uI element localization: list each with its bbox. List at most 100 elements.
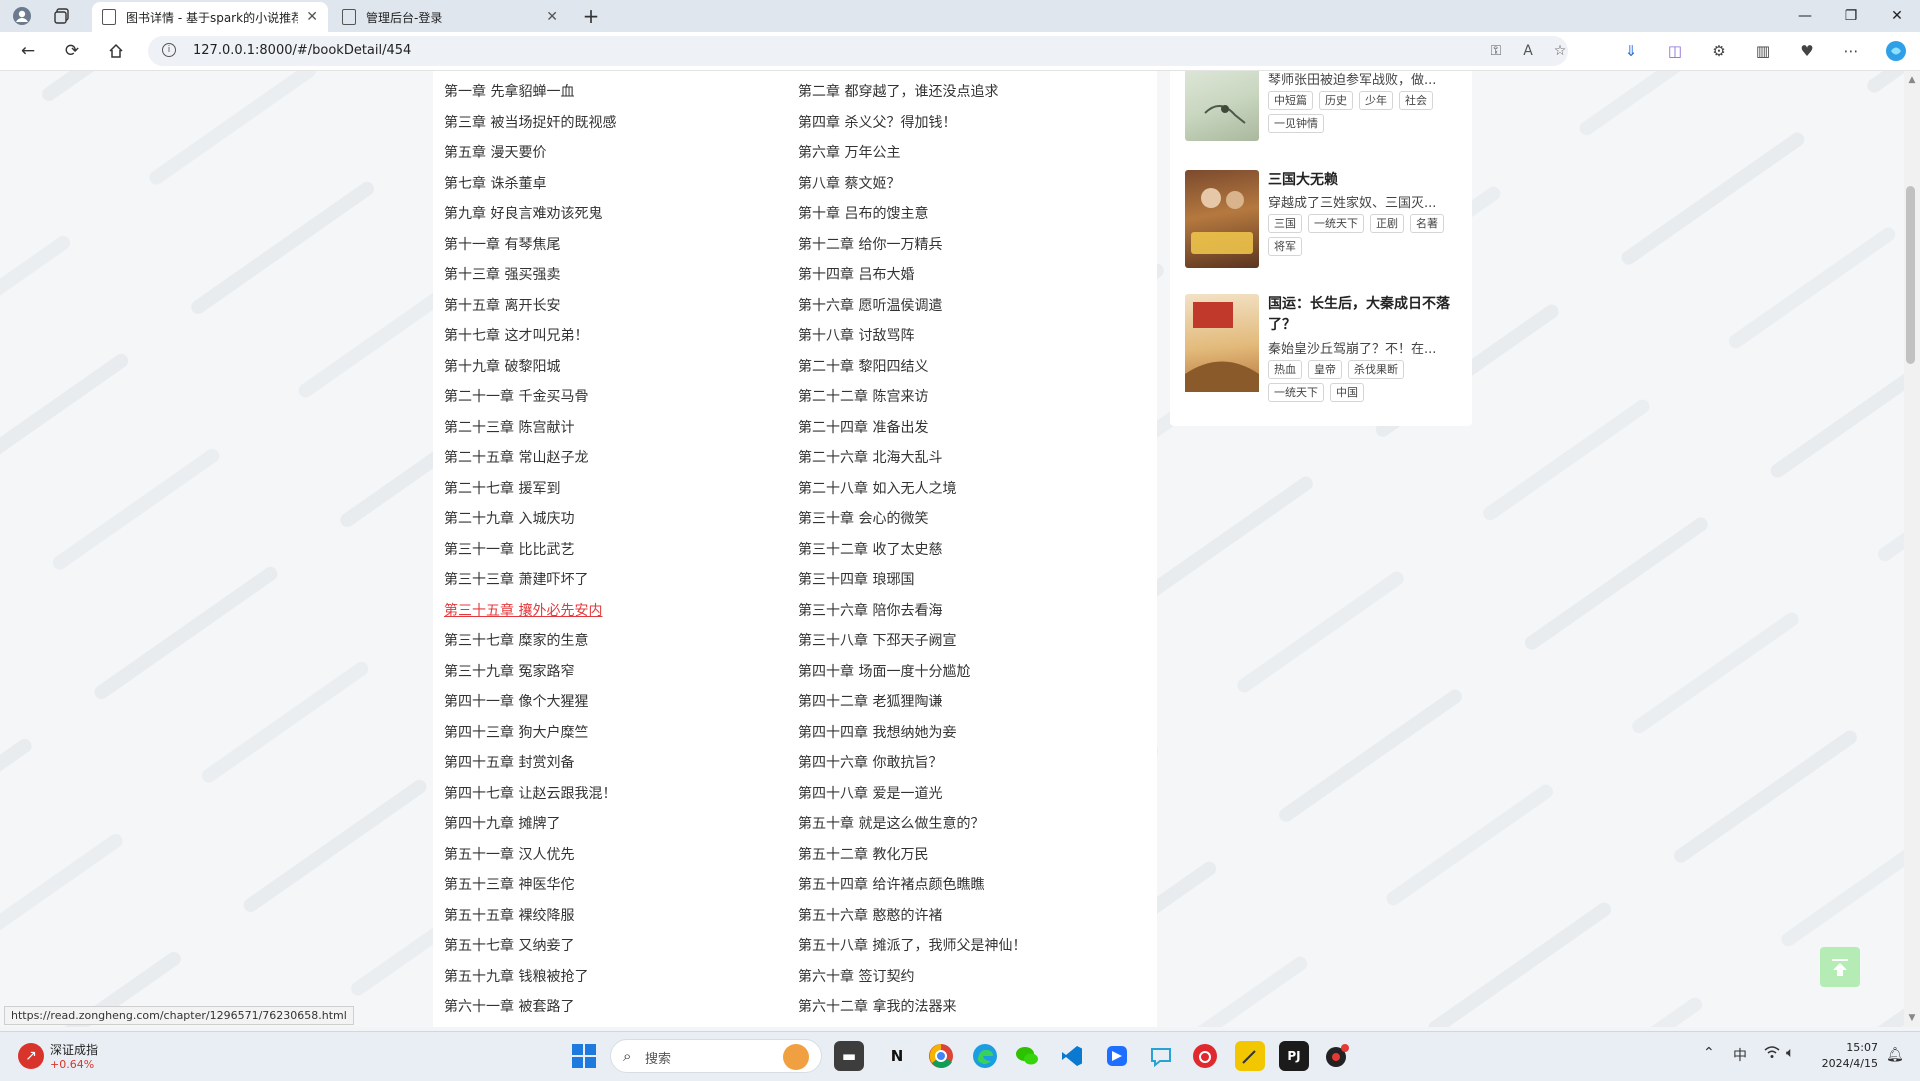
chapter-link[interactable]: 第六十一章 被套路了: [444, 996, 574, 1016]
chapter-link[interactable]: 第三十五章 攘外必先安内: [444, 600, 602, 620]
chapter-link[interactable]: 第二十九章 入城庆功: [444, 508, 574, 528]
info-icon[interactable]: i: [162, 43, 176, 57]
chapter-link[interactable]: 第十六章 愿听温侯调遣: [798, 295, 942, 315]
chapter-link[interactable]: 第一章 先拿貂蝉一血: [444, 81, 574, 101]
chapter-link[interactable]: 第十七章 这才叫兄弟！: [444, 325, 588, 345]
chapter-link[interactable]: 第六十二章 拿我的法器来: [798, 996, 956, 1016]
chapter-link[interactable]: 第十八章 讨敌骂阵: [798, 325, 914, 345]
chapter-link[interactable]: 第五十四章 给许褚点颜色瞧瞧: [798, 874, 984, 894]
tag[interactable]: 一见钟情: [1268, 114, 1324, 133]
chapter-link[interactable]: 第五十八章 摊派了，我师父是神仙！: [798, 935, 1026, 955]
chapter-link[interactable]: 第四十章 场面一度十分尴尬: [798, 661, 970, 681]
tab-book-detail[interactable]: 图书详情 - 基于spark的小说推荐 ✕: [92, 2, 328, 32]
tag[interactable]: 热血: [1268, 360, 1302, 379]
profile-icon[interactable]: [10, 4, 34, 28]
chapter-link[interactable]: 第四十五章 封赏刘备: [444, 752, 574, 772]
wechat-icon[interactable]: [1012, 1041, 1042, 1071]
chapter-link[interactable]: 第四十九章 摊牌了: [444, 813, 560, 833]
key-icon[interactable]: ⚿: [1486, 42, 1506, 60]
url-text[interactable]: 127.0.0.1:8000/#/bookDetail/454: [193, 43, 411, 58]
extensions-icon[interactable]: ⚙: [1708, 40, 1730, 62]
chapter-link[interactable]: 第十九章 破黎阳城: [444, 356, 560, 376]
chat-app-icon[interactable]: [1146, 1041, 1176, 1071]
chapter-link[interactable]: 第二十六章 北海大乱斗: [798, 447, 942, 467]
chapter-link[interactable]: 第四十七章 让赵云跟我混！: [444, 783, 616, 803]
book-title[interactable]: 三国大无赖: [1268, 170, 1458, 191]
close-icon[interactable]: ✕: [306, 9, 318, 25]
chapter-link[interactable]: 第五十九章 钱粮被抢了: [444, 966, 588, 986]
address-bar[interactable]: i 127.0.0.1:8000/#/bookDetail/454 ⚿ A ☆: [148, 36, 1568, 66]
tag[interactable]: 名著: [1410, 214, 1444, 233]
chapter-link[interactable]: 第九章 好良言难劝该死鬼: [444, 203, 602, 223]
collections-icon[interactable]: ♥: [1796, 40, 1818, 62]
chapter-link[interactable]: 第八章 蔡文姬？: [798, 173, 900, 193]
chapter-link[interactable]: 第三十二章 收了太史慈: [798, 539, 942, 559]
chapter-link[interactable]: 第四十三章 狗大户糜竺: [444, 722, 588, 742]
chapter-link[interactable]: 第四十八章 爱是一道光: [798, 783, 942, 803]
tag[interactable]: 中国: [1330, 383, 1364, 402]
book-cover[interactable]: [1185, 294, 1259, 392]
chapter-link[interactable]: 第四十一章 像个大猩猩: [444, 691, 588, 711]
stock-widget[interactable]: ↗ 深证成指 +0.64%: [18, 1039, 138, 1075]
reading-mode-icon[interactable]: ◫: [1664, 40, 1686, 62]
edge-icon[interactable]: [970, 1041, 1000, 1071]
chapter-link[interactable]: 第十五章 离开长安: [444, 295, 560, 315]
chapter-link[interactable]: 第三十一章 比比武艺: [444, 539, 574, 559]
scrollbar-thumb[interactable]: [1906, 186, 1915, 364]
chapter-link[interactable]: 第二十八章 如入无人之境: [798, 478, 956, 498]
chapter-link[interactable]: 第四十四章 我想纳她为妾: [798, 722, 956, 742]
chapter-link[interactable]: 第四十六章 你敢抗旨？: [798, 752, 942, 772]
tag[interactable]: 一统天下: [1268, 383, 1324, 402]
tag[interactable]: 一统天下: [1308, 214, 1364, 233]
sticky-notes-icon[interactable]: [1235, 1041, 1265, 1071]
chapter-link[interactable]: 第五十一章 汉人优先: [444, 844, 574, 864]
chapter-link[interactable]: 第三十七章 糜家的生意: [444, 630, 588, 650]
favorite-star-icon[interactable]: ☆: [1550, 42, 1570, 60]
chapter-link[interactable]: 第十四章 吕布大婚: [798, 264, 914, 284]
chapter-link[interactable]: 第十章 吕布的馊主意: [798, 203, 928, 223]
tag[interactable]: 正剧: [1370, 214, 1404, 233]
back-button[interactable]: ←: [15, 39, 41, 63]
chapter-link[interactable]: 第二十章 黎阳四结义: [798, 356, 928, 376]
chapter-link[interactable]: 第三章 被当场捉奸的既视感: [444, 112, 616, 132]
refresh-button[interactable]: ⟳: [59, 39, 85, 63]
wifi-icon[interactable]: [1764, 1045, 1780, 1063]
book-cover[interactable]: [1185, 170, 1259, 268]
chapter-link[interactable]: 第二十四章 准备出发: [798, 417, 928, 437]
recommend-book[interactable]: 琴师张田被迫参军战败，做... 中短篇 历史 少年 社会 一见钟情: [1185, 71, 1465, 141]
chapter-link[interactable]: 第十三章 强买强卖: [444, 264, 560, 284]
new-tab-button[interactable]: +: [578, 4, 604, 28]
more-menu-icon[interactable]: ⋯: [1840, 40, 1862, 62]
chapter-link[interactable]: 第五章 漫天要价: [444, 142, 546, 162]
tag[interactable]: 少年: [1359, 91, 1393, 110]
chapter-link[interactable]: 第十二章 给你一万精兵: [798, 234, 942, 254]
back-to-top-button[interactable]: [1820, 947, 1860, 987]
screen-record-icon[interactable]: [1322, 1041, 1352, 1071]
book-cover[interactable]: [1185, 71, 1259, 141]
chapter-link[interactable]: 第五十三章 神医华佗: [444, 874, 574, 894]
feishu-icon[interactable]: [1102, 1041, 1132, 1071]
chapter-link[interactable]: 第二十五章 常山赵子龙: [444, 447, 588, 467]
chapter-link[interactable]: 第六十章 签订契约: [798, 966, 914, 986]
chapter-link[interactable]: 第二十三章 陈宫献计: [444, 417, 574, 437]
tag[interactable]: 中短篇: [1268, 91, 1313, 110]
recommend-book[interactable]: 三国大无赖 穿越成了三姓家奴、三国灭... 三国 一统天下 正剧 名著 将军: [1185, 170, 1465, 270]
chapter-link[interactable]: 第三十九章 冤家路窄: [444, 661, 574, 681]
chapter-link[interactable]: 第三十四章 琅琊国: [798, 569, 914, 589]
chapter-link[interactable]: 第四十二章 老狐狸陶谦: [798, 691, 942, 711]
chapter-link[interactable]: 第二十一章 千金买马骨: [444, 386, 588, 406]
notification-bell-icon[interactable]: 🔔︎: [1886, 1047, 1904, 1063]
chapter-link[interactable]: 第五十七章 又纳妾了: [444, 935, 574, 955]
scroll-down-arrow[interactable]: ▼: [1904, 1011, 1920, 1025]
close-icon[interactable]: ✕: [546, 9, 558, 25]
taskbar-search[interactable]: ⌕ 搜索: [610, 1039, 822, 1073]
chapter-link[interactable]: 第五十六章 憨憨的许褚: [798, 905, 942, 925]
home-button[interactable]: [103, 39, 129, 63]
chapter-link[interactable]: 第三十六章 陪你去看海: [798, 600, 942, 620]
tag[interactable]: 皇帝: [1308, 360, 1342, 379]
chapter-link[interactable]: 第五十五章 裸绞降服: [444, 905, 574, 925]
jetbrains-icon[interactable]: PJ: [1279, 1041, 1309, 1071]
tag[interactable]: 将军: [1268, 237, 1302, 256]
file-explorer-icon[interactable]: ▬: [834, 1041, 864, 1071]
split-screen-icon[interactable]: ▥: [1752, 40, 1774, 62]
